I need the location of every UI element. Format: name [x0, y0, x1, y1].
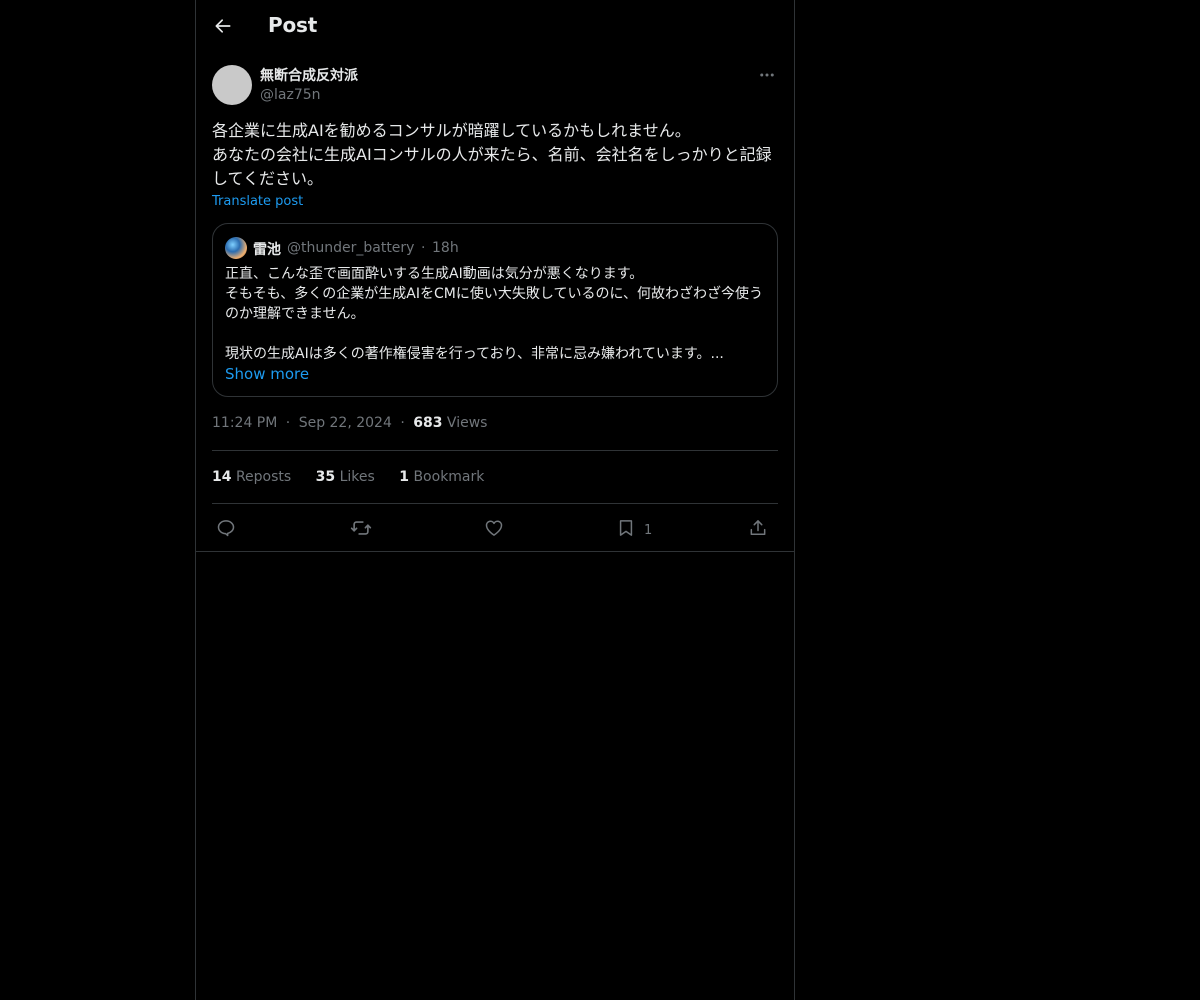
translate-post-link[interactable]: Translate post [212, 194, 303, 209]
post-date[interactable]: Sep 22, 2024 [299, 415, 392, 431]
quoted-author-handle: @thunder_battery [287, 240, 415, 256]
author-display-name[interactable]: 無断合成反対派 [260, 65, 358, 85]
show-more-link[interactable]: Show more [225, 365, 309, 383]
like-button[interactable] [484, 514, 504, 542]
more-button[interactable] [756, 64, 778, 86]
more-horizontal-icon [758, 66, 776, 84]
meta-separator: · [285, 415, 291, 431]
bookmarks-stat[interactable]: 1 Bookmark [399, 469, 484, 485]
reply-icon [216, 518, 236, 538]
views-count: 683 [413, 415, 443, 431]
repost-icon [350, 517, 372, 539]
post-time[interactable]: 11:24 PM [212, 415, 277, 431]
reposts-count: 14 [212, 469, 232, 485]
back-button[interactable] [208, 11, 238, 41]
top-bar: Post [196, 0, 794, 54]
post-stats: 14 Reposts 35 Likes 1 Bookmark [212, 469, 504, 485]
avatar[interactable] [212, 65, 252, 105]
page-title: Post [268, 13, 318, 37]
quoted-separator: · [421, 240, 426, 256]
arrow-left-icon [213, 16, 233, 36]
likes-count: 35 [315, 469, 336, 485]
bookmark-icon [616, 518, 636, 538]
meta-separator: · [400, 415, 405, 431]
bookmark-count: 1 [644, 522, 653, 538]
divider [212, 503, 778, 504]
share-icon [748, 518, 768, 538]
post-column: Post 無断合成反対派 @laz75n 各企業に生成AIを勧めるコンサルが暗躍… [195, 0, 795, 1000]
reposts-stat[interactable]: 14 Reposts [212, 469, 291, 485]
post-bottom-border [196, 551, 794, 552]
quoted-post[interactable]: 雷池 @thunder_battery · 18h 正直、こんな歪で画面酔いする… [212, 223, 778, 397]
quoted-author-name: 雷池 [253, 242, 281, 258]
bookmarks-label: Bookmark [413, 469, 485, 485]
bookmark-button[interactable]: 1 [616, 514, 652, 542]
post-author: 無断合成反対派 @laz75n [212, 64, 778, 108]
divider [212, 450, 778, 451]
bookmarks-count: 1 [399, 469, 409, 485]
likes-stat[interactable]: 35 Likes [316, 469, 375, 485]
share-button[interactable] [748, 514, 768, 542]
likes-label: Likes [339, 469, 375, 485]
reply-button[interactable] [216, 514, 236, 542]
quoted-text: 正直、こんな歪で画面酔いする生成AI動画は気分が悪くなります。 そもそも、多くの… [225, 266, 764, 362]
views-label: Views [446, 415, 488, 431]
repost-button[interactable] [350, 514, 372, 542]
author-handle[interactable]: @laz75n [260, 87, 321, 103]
reposts-label: Reposts [235, 469, 292, 485]
quoted-avatar [225, 237, 247, 259]
post-text: 各企業に生成AIを勧めるコンサルが暗躍しているかもしれません。 あなたの会社に生… [212, 121, 772, 188]
post-meta: 11:24 PM · Sep 22, 2024 · 683 Views [212, 415, 487, 431]
heart-icon [484, 518, 504, 538]
quoted-timestamp: 18h [432, 240, 459, 256]
action-bar: 1 [212, 514, 778, 542]
